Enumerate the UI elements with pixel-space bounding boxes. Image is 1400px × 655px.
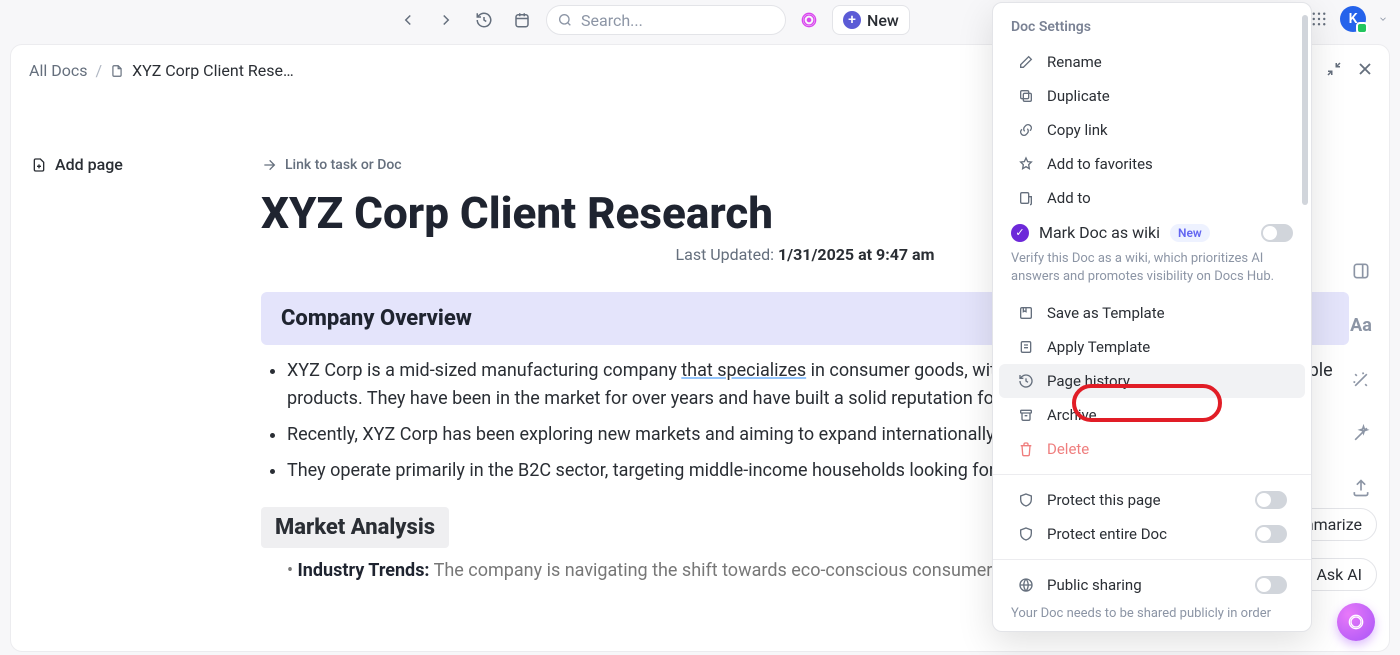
wiki-toggle[interactable] xyxy=(1261,224,1293,242)
global-search-input[interactable]: Search... xyxy=(546,5,786,35)
doc-settings-panel: Doc Settings Rename Duplicate Copy link … xyxy=(992,2,1312,632)
menu-public-sharing[interactable]: Public sharing xyxy=(999,568,1305,602)
menu-add-favorites[interactable]: Add to favorites xyxy=(999,147,1305,181)
apply-template-icon xyxy=(1017,339,1035,355)
plus-icon: + xyxy=(843,11,861,29)
menu-copy-link[interactable]: Copy link xyxy=(999,113,1305,147)
pencil-icon xyxy=(1017,54,1035,70)
avatar-chevron-icon[interactable] xyxy=(1378,14,1388,24)
menu-apply-template[interactable]: Apply Template xyxy=(999,330,1305,364)
ask-ai-label: Ask AI xyxy=(1316,565,1362,584)
add-page-button[interactable]: Add page xyxy=(31,155,221,174)
ai-icon[interactable] xyxy=(796,7,822,33)
doc-settings-title: Doc Settings xyxy=(993,13,1311,45)
rail-text-icon[interactable]: Aa xyxy=(1350,315,1372,336)
wiki-subtext: Verify this Doc as a wiki, which priorit… xyxy=(993,250,1311,296)
menu-archive[interactable]: Archive xyxy=(999,398,1305,432)
new-button-label: New xyxy=(867,11,899,30)
collapse-icon[interactable] xyxy=(1325,60,1343,78)
doc-icon xyxy=(110,64,124,78)
new-button[interactable]: + New xyxy=(832,5,910,35)
menu-rename[interactable]: Rename xyxy=(999,45,1305,79)
rail-wand-icon[interactable] xyxy=(1351,370,1371,390)
shield-icon xyxy=(1017,526,1035,542)
rail-upload-icon[interactable] xyxy=(1351,478,1371,498)
close-icon[interactable] xyxy=(1355,59,1375,79)
panel-scrollbar[interactable] xyxy=(1302,15,1308,205)
menu-add-to[interactable]: Add to xyxy=(999,181,1305,215)
breadcrumb-root[interactable]: All Docs xyxy=(29,61,87,80)
breadcrumb-separator: / xyxy=(95,61,102,80)
add-page-label: Add page xyxy=(55,155,123,174)
menu-duplicate[interactable]: Duplicate xyxy=(999,79,1305,113)
archive-icon xyxy=(1017,407,1035,423)
nav-forward-button[interactable] xyxy=(432,6,460,34)
save-template-icon xyxy=(1017,305,1035,321)
duplicate-icon xyxy=(1017,88,1035,104)
history-icon[interactable] xyxy=(470,6,498,34)
star-icon xyxy=(1017,156,1035,172)
menu-save-template[interactable]: Save as Template xyxy=(999,296,1305,330)
shield-icon xyxy=(1017,492,1035,508)
breadcrumb: All Docs / XYZ Corp Client Rese… xyxy=(29,61,294,80)
section-market-analysis: Market Analysis xyxy=(261,507,449,548)
globe-icon xyxy=(1017,577,1035,593)
search-placeholder: Search... xyxy=(581,11,643,30)
menu-protect-page[interactable]: Protect this page xyxy=(999,483,1305,517)
new-tag: New xyxy=(1170,224,1210,242)
menu-delete[interactable]: Delete xyxy=(999,432,1305,466)
menu-page-history[interactable]: Page history xyxy=(999,364,1305,398)
menu-mark-wiki[interactable]: ✓ Mark Doc as wiki New xyxy=(993,215,1311,250)
breadcrumb-current[interactable]: XYZ Corp Client Rese… xyxy=(132,61,294,80)
nav-back-button[interactable] xyxy=(394,6,422,34)
public-sharing-toggle[interactable] xyxy=(1255,576,1287,594)
add-to-icon xyxy=(1017,190,1035,206)
protect-doc-toggle[interactable] xyxy=(1255,525,1287,543)
history-icon xyxy=(1017,373,1035,389)
avatar[interactable]: K xyxy=(1340,6,1366,32)
rail-sparkle-icon[interactable] xyxy=(1351,424,1371,444)
link-icon xyxy=(1017,122,1035,138)
apps-grid-icon[interactable] xyxy=(1310,10,1328,28)
calendar-icon[interactable] xyxy=(508,6,536,34)
protect-page-toggle[interactable] xyxy=(1255,491,1287,509)
public-sharing-subtext: Your Doc needs to be shared publicly in … xyxy=(993,602,1311,621)
menu-protect-doc[interactable]: Protect entire Doc xyxy=(999,517,1305,551)
wiki-badge-icon: ✓ xyxy=(1011,224,1029,242)
rail-panel-icon[interactable] xyxy=(1351,261,1371,281)
ai-bubble-button[interactable] xyxy=(1337,603,1375,641)
trash-icon xyxy=(1017,441,1035,457)
avatar-letter: K xyxy=(1349,11,1358,27)
link-to-task-label: Link to task or Doc xyxy=(285,157,402,173)
